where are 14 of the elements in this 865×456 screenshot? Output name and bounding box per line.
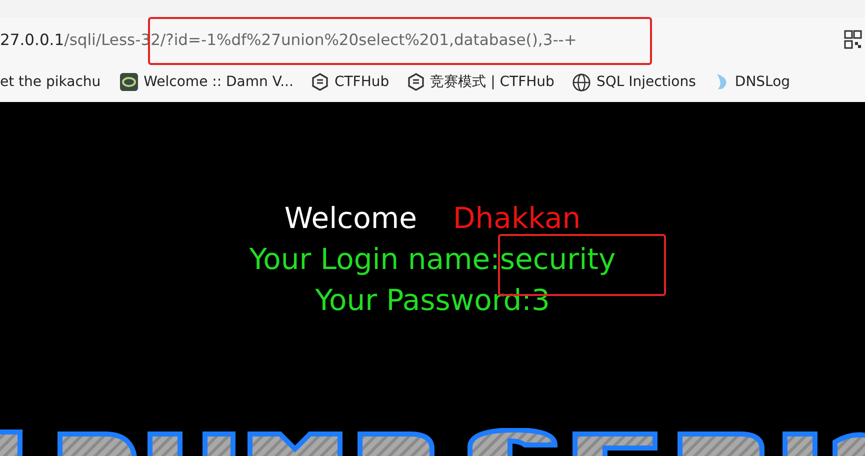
qr-code-icon[interactable] xyxy=(844,30,862,50)
bookmark-link[interactable]: SQL Injections xyxy=(572,72,696,92)
globe-icon xyxy=(572,72,592,92)
globe-logo-icon xyxy=(118,72,139,92)
bookmark-link[interactable]: 竞赛模式 | CTFHub xyxy=(407,73,554,91)
welcome-text: Welcome xyxy=(284,200,417,237)
bookmark-link[interactable]: et the pikachu xyxy=(0,74,101,90)
password-text: Your Password:3 xyxy=(315,282,550,319)
cube-icon xyxy=(407,73,426,91)
bookmark-link[interactable]: CTFHub xyxy=(311,73,390,91)
bookmark-link[interactable]: Welcome :: Damn V... xyxy=(118,72,294,92)
cube-icon xyxy=(311,73,330,91)
bookmark-link[interactable]: DNSLog xyxy=(714,72,790,92)
user-name-text: Dhakkan xyxy=(452,200,581,237)
